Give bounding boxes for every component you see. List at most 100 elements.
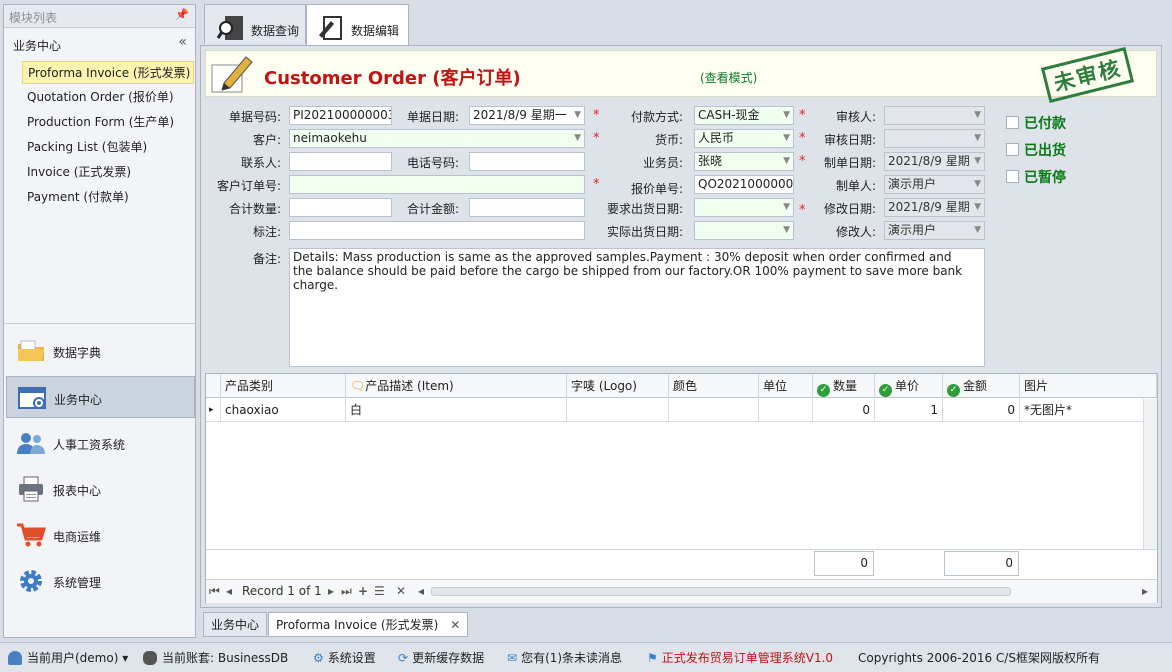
unread-messages[interactable]: ✉ 您有(1)条未读消息 [507,649,622,666]
system-settings[interactable]: ⚙ 系统设置 [313,649,376,666]
auditor-field[interactable]: ▼ [884,106,985,125]
creator-field[interactable]: 演示用户 ▼ [884,175,985,194]
next-record-icon[interactable]: ▸ [328,584,334,598]
col-header-unit[interactable]: 单位 [759,374,813,398]
edit-record-icon[interactable]: ☰ [374,584,385,598]
edit-doc-icon [319,16,342,40]
dropdown-arrow-icon[interactable]: ▼ [974,222,981,239]
dropdown-arrow-icon[interactable]: ▼ [974,176,981,193]
col-header-image[interactable]: 图片 [1020,374,1157,398]
row-indicator: ▸ [206,399,221,422]
currency-field[interactable]: 人民币 ▼ [694,129,794,148]
doc-tab-proforma-invoice[interactable]: Proforma Invoice (形式发票) ✕ [268,612,469,637]
cell-quantity[interactable]: 0 [813,399,875,422]
checkbox-box[interactable] [1006,170,1019,183]
dropdown-arrow-icon[interactable]: ▼ [974,199,981,216]
col-header-category[interactable]: 产品类别 [221,374,346,398]
pay-method-field[interactable]: CASH-现金 ▼ [694,106,794,125]
col-header-description[interactable]: 🗨产品描述 (Item) [346,374,567,398]
shipped-checkbox[interactable]: 已出货 [1006,140,1066,160]
nav-system-management[interactable]: 系统管理 [6,560,195,602]
phone-field[interactable] [469,152,585,171]
required-mark: * [593,177,600,192]
collapse-icon[interactable]: « [178,34,187,50]
customer-field[interactable]: neimaokehu ▼ [289,129,585,148]
audit-date-field[interactable]: ▼ [884,129,985,148]
checkbox-label: 已暂停 [1024,170,1066,186]
sidebar-item-invoice[interactable]: Invoice (正式发票) [22,161,194,184]
cell-logo[interactable] [567,399,669,422]
nav-hr-payroll[interactable]: 人事工资系统 [6,422,195,464]
scroll-right-icon[interactable]: ▸ [1142,584,1148,598]
nav-business-center[interactable]: 业务中心 [6,376,195,418]
checkbox-box[interactable] [1006,116,1019,129]
col-header-quantity[interactable]: ✓ 数量 [813,374,875,398]
doc-tab-business-center[interactable]: 业务中心 [203,612,268,637]
sidebar-item-production-form[interactable]: Production Form (生产单) [22,111,194,134]
salesman-field[interactable]: 张晓 ▼ [694,152,794,171]
first-record-icon[interactable]: ⏮ [209,584,220,599]
quote-no-field[interactable]: QO20210000000 [694,175,794,194]
cell-description[interactable]: 白 [346,399,567,422]
sidebar-item-payment[interactable]: Payment (付款单) [22,186,194,209]
vertical-scrollbar[interactable] [1143,399,1157,549]
current-user[interactable]: 当前用户(demo) ▾ [8,649,128,666]
create-date-field[interactable]: 2021/8/9 星期 ▼ [884,152,985,171]
doc-no-field[interactable]: PI202100000003 [289,106,392,125]
refresh-cache[interactable]: ⟳ 更新缓存数据 [398,649,484,666]
cell-color[interactable] [669,399,759,422]
dropdown-arrow-icon[interactable]: ▼ [783,199,790,216]
cell-unit[interactable] [759,399,813,422]
prev-record-icon[interactable]: ◂ [226,584,232,598]
modifier-field[interactable]: 演示用户 ▼ [884,221,985,240]
dropdown-arrow-icon[interactable]: ▼ [974,153,981,170]
cust-order-field[interactable] [289,175,585,194]
paused-checkbox[interactable]: 已暂停 [1006,167,1066,187]
col-header-amount[interactable]: ✓ 金额 [943,374,1020,398]
dropdown-arrow-icon[interactable]: ▼ [974,130,981,147]
pin-icon[interactable]: 📌 [175,8,189,21]
checkbox-box[interactable] [1006,143,1019,156]
remark-field[interactable] [289,221,585,240]
cell-amount[interactable]: 0 [943,399,1020,422]
scroll-left-icon[interactable]: ◂ [418,584,424,598]
contact-field[interactable] [289,152,392,171]
last-record-icon[interactable]: ⏭ [341,584,352,599]
total-amt-field[interactable] [469,198,585,217]
close-icon[interactable]: ✕ [450,618,460,632]
dropdown-arrow-icon[interactable]: ▼ [783,107,790,124]
nav-report-center[interactable]: 报表中心 [6,468,195,510]
horizontal-scrollbar[interactable] [431,587,1011,596]
dropdown-arrow-icon[interactable]: ▼ [783,153,790,170]
total-qty-field[interactable] [289,198,392,217]
tab-data-query[interactable]: 数据查询 [204,4,306,44]
sidebar-group-header[interactable]: 业务中心 « [4,29,195,59]
nav-data-dictionary[interactable]: 数据字典 [6,330,195,372]
col-header-label: 单价 [895,379,920,393]
cell-image[interactable]: *无图片* [1020,399,1157,422]
sidebar-item-proforma-invoice[interactable]: Proforma Invoice (形式发票) [22,61,194,84]
cell-category[interactable]: chaoxiao [221,399,346,422]
mod-date-field[interactable]: 2021/8/9 星期 ▼ [884,198,985,217]
dropdown-arrow-icon[interactable]: ▼ [574,107,581,124]
nav-ecommerce[interactable]: 电商运维 [6,514,195,556]
dropdown-arrow-icon[interactable]: ▼ [783,130,790,147]
col-header-logo[interactable]: 字唛 (Logo) [567,374,669,398]
col-header-color[interactable]: 颜色 [669,374,759,398]
col-header-price[interactable]: ✓ 单价 [875,374,943,398]
sidebar-item-packing-list[interactable]: Packing List (包装单) [22,136,194,159]
dropdown-arrow-icon[interactable]: ▼ [783,222,790,239]
paid-checkbox[interactable]: 已付款 [1006,113,1066,133]
add-record-icon[interactable]: + [358,584,368,598]
actual-ship-field[interactable]: ▼ [694,221,794,240]
sidebar-item-quotation-order[interactable]: Quotation Order (报价单) [22,86,194,109]
dropdown-arrow-icon[interactable]: ▼ [974,107,981,124]
release-notice[interactable]: ⚑ 正式发布贸易订单管理系统V1.0 [647,649,833,666]
req-ship-field[interactable]: ▼ [694,198,794,217]
doc-date-field[interactable]: 2021/8/9 星期一 ▼ [469,106,585,125]
notes-textarea[interactable]: Details: Mass production is same as the … [289,248,985,367]
delete-record-icon[interactable]: ✕ [396,584,406,598]
cell-price[interactable]: 1 [875,399,943,422]
dropdown-arrow-icon[interactable]: ▼ [574,130,581,147]
tab-data-edit[interactable]: 数据编辑 [306,4,409,46]
